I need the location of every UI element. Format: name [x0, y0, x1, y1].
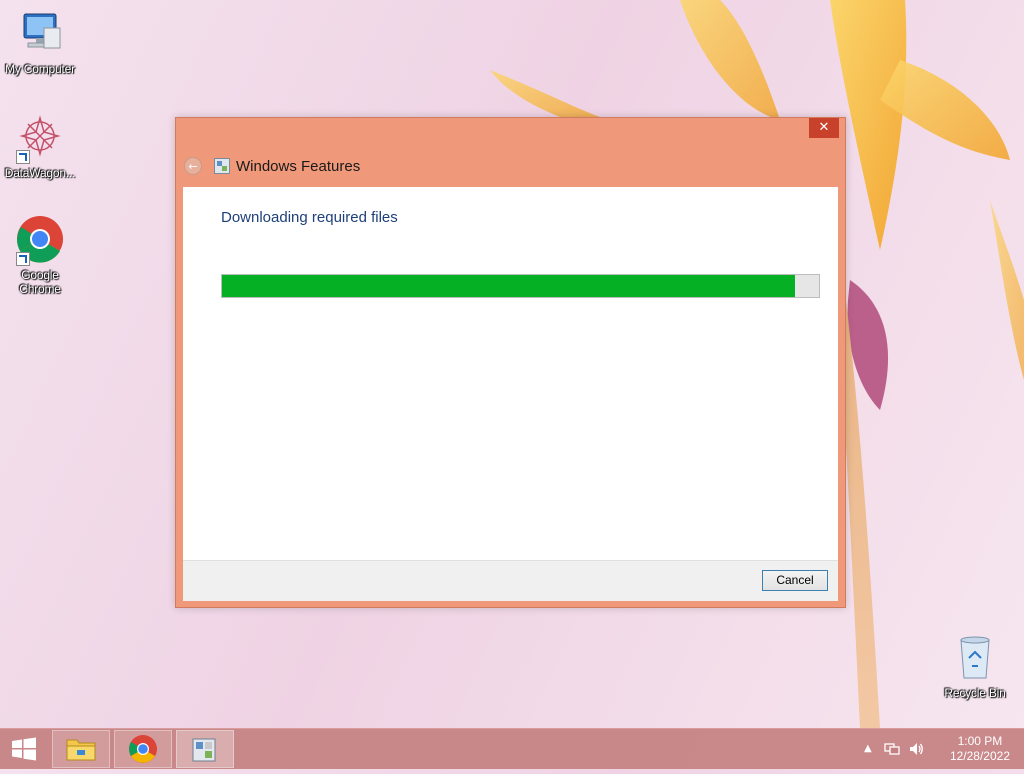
desktop-icon-label: My Computer [5, 62, 75, 76]
window-title: Windows Features [236, 157, 361, 175]
dialog-footer: Cancel [183, 560, 838, 601]
windows-features-icon [214, 158, 230, 174]
title-bar: ← Windows Features [184, 154, 360, 178]
windows-start-icon[interactable] [0, 729, 48, 769]
taskbar-windows-features[interactable] [176, 730, 234, 768]
file-explorer-icon [66, 739, 96, 761]
system-tray: ▲ 1:00 PM 12/28/2022 [864, 729, 1024, 769]
dialog-content: Downloading required files [183, 187, 838, 560]
clock-time: 1:00 PM [957, 734, 1003, 748]
tray-overflow-icon[interactable]: ▲ [864, 743, 872, 754]
desktop-icon-my-computer[interactable]: My Computer [0, 8, 80, 76]
shortcut-arrow-icon [16, 252, 30, 266]
taskbar-file-explorer[interactable] [52, 730, 110, 768]
taskbar: ▲ 1:00 PM 12/28/2022 [0, 728, 1024, 769]
status-heading: Downloading required files [221, 209, 398, 226]
network-icon[interactable] [884, 741, 900, 757]
desktop-icon-label: DataWagon... [4, 166, 76, 180]
progress-fill [222, 275, 796, 297]
close-button[interactable]: ✕ [809, 118, 839, 138]
clock-date: 12/28/2022 [949, 749, 1010, 763]
recycle-bin-icon [949, 632, 1001, 684]
desktop-icon-recycle-bin[interactable]: Recycle Bin [935, 632, 1015, 700]
desktop-icon-google-chrome[interactable]: Google Chrome [0, 214, 80, 296]
chrome-icon [14, 214, 66, 266]
clock[interactable]: 1:00 PM 12/28/2022 [950, 734, 1010, 764]
volume-icon[interactable] [908, 741, 924, 757]
computer-icon [14, 8, 66, 60]
datawagon-icon [14, 112, 66, 164]
desktop-icon-label: Recycle Bin [944, 686, 1006, 700]
desktop-icon-label: Google Chrome [19, 268, 61, 296]
chrome-icon [129, 735, 157, 763]
windows-features-icon [192, 738, 216, 762]
desktop-icon-datawagon[interactable]: DataWagon... [0, 112, 80, 180]
windows-features-dialog: ✕ ← Windows Features Downloading require… [175, 117, 846, 608]
cancel-button[interactable]: Cancel [762, 570, 828, 591]
taskbar-chrome[interactable] [114, 730, 172, 768]
back-arrow-icon[interactable]: ← [184, 157, 202, 175]
shortcut-arrow-icon [16, 150, 30, 164]
download-progress-bar [221, 274, 820, 298]
